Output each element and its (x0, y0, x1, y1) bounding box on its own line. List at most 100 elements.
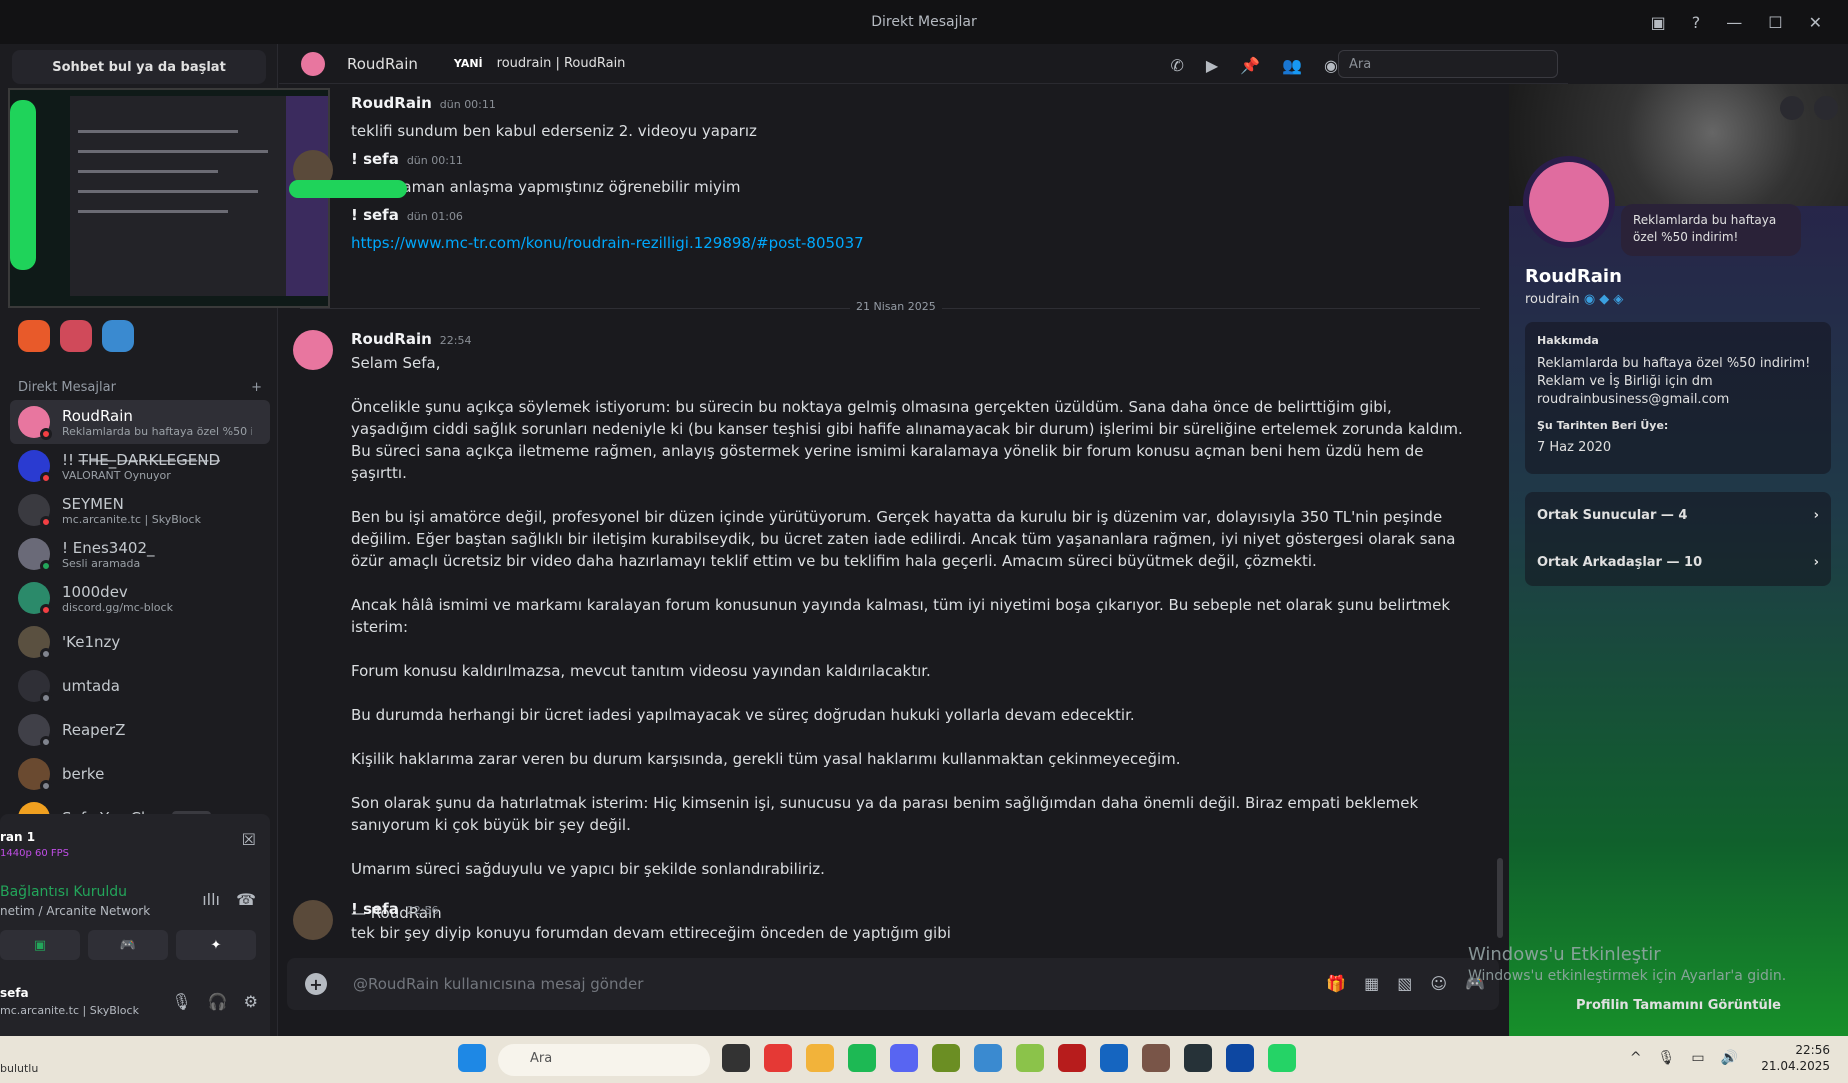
taskbar-search[interactable]: Ara (498, 1044, 710, 1076)
scrollbar-thumb[interactable] (1497, 858, 1503, 938)
message-text: ne zaman anlaşma yapmıştınız öğrenebilir… (371, 178, 741, 196)
gift-icon[interactable]: 🎁 (1326, 974, 1346, 993)
voice-channel[interactable]: netim / Arcanite Network (0, 904, 150, 918)
chevron-up-icon[interactable]: ^ (1630, 1050, 1642, 1066)
taskbar: bulutlu Ara ^ 🎙 ▭ 🔊 22:56 21.04.2025 (0, 1036, 1848, 1083)
preview-line (78, 170, 218, 173)
document-icon[interactable] (1100, 1044, 1128, 1072)
clock[interactable]: 22:56 21.04.2025 (1761, 1042, 1830, 1074)
attach-plus-icon[interactable]: + (305, 973, 327, 995)
message-link[interactable]: https://www.mc-tr.com/konu/roudrain-rezi… (351, 232, 1471, 254)
dm-status: discord.gg/mc-block (62, 600, 173, 614)
dm-item[interactable]: SEYMEN mc.arcanite.tc | SkyBlock (10, 488, 270, 532)
minimize-button[interactable]: — (1726, 13, 1742, 32)
emoji-icon[interactable]: ☺ (1430, 974, 1447, 993)
video-call-icon[interactable]: ▶ (1206, 56, 1218, 75)
app-icon[interactable] (1226, 1044, 1254, 1072)
mutual-servers-row[interactable]: Ortak Sunucular — 4 › (1525, 492, 1831, 539)
screen-share-icon[interactable]: ▣ (0, 930, 80, 960)
microphone-icon[interactable]: 🎙 (171, 992, 191, 1011)
file-explorer-icon[interactable] (806, 1044, 834, 1072)
header-search-input[interactable]: Ara (1338, 50, 1558, 78)
app-icon[interactable] (18, 320, 50, 352)
dm-avatar (18, 670, 52, 704)
message-author[interactable]: ! sefa dün 00:11 (351, 150, 463, 168)
volume-icon[interactable]: 🔊 (1721, 1050, 1738, 1066)
activity-icon[interactable]: 🎮 (88, 930, 168, 960)
view-full-profile-link[interactable]: Profilin Tamamını Görüntüle (1509, 998, 1848, 1013)
header-avatar[interactable] (301, 51, 325, 76)
opera-icon[interactable] (764, 1044, 792, 1072)
dm-avatar (18, 714, 52, 748)
app-icon[interactable] (60, 320, 92, 352)
profile-toggle-icon[interactable]: ◉ (1324, 56, 1338, 75)
sticker-icon[interactable]: ▧ (1397, 974, 1412, 993)
help-icon[interactable]: ? (1692, 13, 1701, 32)
dm-sidebar: Sohbet bul ya da başlat Direkt Mesajlar … (0, 44, 330, 1044)
discord-icon[interactable] (890, 1044, 918, 1072)
add-dm-icon[interactable]: + (251, 380, 262, 395)
dm-item[interactable]: RoudRain Reklamlarda bu haftaya özel %50 … (10, 400, 270, 444)
dm-avatar (18, 758, 52, 792)
dm-item[interactable]: ReaperZ (10, 708, 270, 752)
add-friend-icon[interactable] (1780, 96, 1804, 120)
app-icon[interactable] (102, 320, 134, 352)
mutual-friends-row[interactable]: Ortak Arkadaşlar — 10 › (1525, 539, 1831, 586)
close-button[interactable]: ✕ (1809, 13, 1822, 32)
message-avatar[interactable] (293, 900, 333, 940)
whatsapp-icon[interactable] (1268, 1044, 1296, 1072)
profile-avatar[interactable] (1523, 156, 1615, 248)
dm-item[interactable]: !! T̶H̶E̶_̶D̶A̶R̶K̶L̶E̶G̶E̶N̶D̶ VALORANT … (10, 444, 270, 488)
windows-start-icon[interactable] (458, 1044, 486, 1072)
voice-panel: ran 1 1440p 60 FPS ☒ Bağlantısı Kuruldu … (0, 814, 270, 1044)
message-avatar[interactable] (293, 330, 333, 370)
window-controls: ▣ ? — ☐ ✕ (1651, 0, 1848, 44)
preview-line (78, 150, 268, 153)
message-author[interactable]: ! sefa dün 01:06 (351, 206, 463, 224)
dm-item[interactable]: berke (10, 752, 270, 796)
gif-icon[interactable]: ▦ (1364, 974, 1379, 993)
disconnect-icon[interactable]: ☎ (236, 890, 256, 909)
minecraft-icon[interactable] (932, 1044, 960, 1072)
app-icon[interactable] (1184, 1044, 1212, 1072)
preview-line (78, 130, 238, 133)
app-icon[interactable] (974, 1044, 1002, 1072)
inbox-icon[interactable]: ▣ (1651, 13, 1666, 32)
find-conversation-button[interactable]: Sohbet bul ya da başlat (12, 50, 266, 84)
soundboard-icon[interactable]: ✦ (176, 930, 256, 960)
dm-item[interactable]: ! Enes3402_ Sesli aramada (10, 532, 270, 576)
voice-status: Bağlantısı Kuruldu (0, 884, 128, 900)
message-composer[interactable]: + @RoudRain kullanıcısına mesaj gönder 🎁… (287, 958, 1499, 1010)
notepad-icon[interactable] (1016, 1044, 1044, 1072)
dm-status: Sesli aramada (62, 556, 141, 570)
more-options-icon[interactable] (1814, 96, 1838, 120)
message-author[interactable]: RoudRain 22:54 (351, 330, 471, 348)
pinned-icon[interactable]: 📌 (1240, 56, 1260, 75)
divider-date: 21 Nisan 2025 (850, 300, 942, 313)
message-author[interactable]: RoudRain dün 00:11 (351, 94, 496, 112)
maximize-button[interactable]: ☐ (1768, 13, 1782, 32)
dm-avatar (18, 494, 52, 528)
sound-wave-icon[interactable]: ıllı (202, 890, 220, 909)
add-friend-icon[interactable]: 👥 (1282, 56, 1302, 75)
chat-header: RoudRain YANİ roudrain | RoudRain ✆ ▶ 📌 … (279, 44, 1568, 84)
dm-name: SEYMEN (62, 494, 124, 513)
winrar-icon[interactable] (1058, 1044, 1086, 1072)
dm-item[interactable]: 'Ke1nzy (10, 620, 270, 664)
settings-gear-icon[interactable]: ⚙ (244, 992, 258, 1011)
close-stream-icon[interactable]: ☒ (242, 830, 256, 849)
voice-call-icon[interactable]: ✆ (1170, 56, 1183, 75)
task-view-icon[interactable] (722, 1044, 750, 1072)
network-icon[interactable]: ▭ (1691, 1050, 1704, 1066)
composer-placeholder[interactable]: @RoudRain kullanıcısına mesaj gönder (353, 975, 643, 993)
headphones-icon[interactable]: 🎧 (208, 992, 228, 1011)
dm-item[interactable]: umtada (10, 664, 270, 708)
message-author[interactable]: ! sefa 22:56 (351, 900, 439, 918)
microphone-icon[interactable]: 🎙 (1658, 1050, 1676, 1066)
spotify-icon[interactable] (848, 1044, 876, 1072)
presence-indicator (40, 780, 52, 792)
message-time: 22:54 (439, 334, 472, 347)
message-paragraph: Bu durumda herhangi bir ücret iadesi yap… (351, 706, 1135, 724)
app-icon[interactable] (1142, 1044, 1170, 1072)
dm-item[interactable]: 1000dev discord.gg/mc-block (10, 576, 270, 620)
